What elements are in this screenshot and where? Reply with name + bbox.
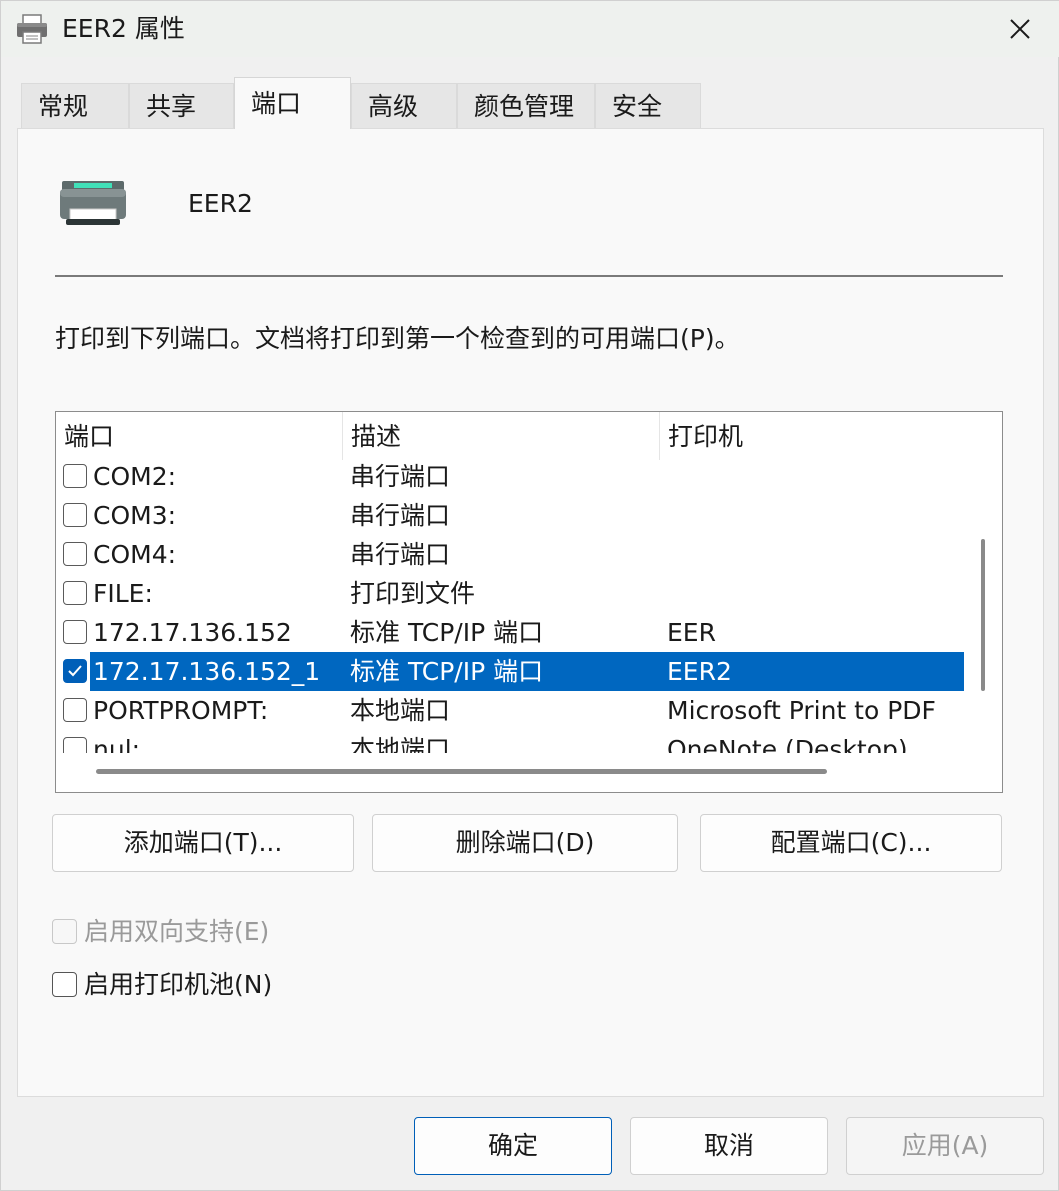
apply-button[interactable]: 应用(A)	[846, 1117, 1044, 1175]
ports-list[interactable]: 端口 描述 打印机 COM2: 串行端口 COM3: 串行端口 COM4: 串行…	[55, 411, 1003, 793]
printer-icon	[15, 13, 49, 45]
port-row[interactable]: COM4: 串行端口	[56, 535, 964, 574]
printer-large-icon	[58, 179, 128, 229]
close-icon	[1010, 19, 1030, 39]
printer-name: EER2	[188, 189, 253, 218]
delete-port-button[interactable]: 删除端口(D)	[372, 814, 678, 872]
tab-sharing[interactable]: 共享	[129, 83, 234, 129]
port-description: 标准 TCP/IP 端口	[350, 657, 544, 686]
printer-properties-dialog: EER2 属性 常规 共享 端口 高级 颜色管理 安全 EER2 打印到下列端口…	[0, 0, 1059, 1191]
tab-advanced[interactable]: 高级	[351, 83, 457, 129]
port-checkbox[interactable]	[63, 620, 87, 644]
port-checkbox[interactable]	[63, 542, 87, 566]
bidirectional-support-label: 启用双向支持(E)	[84, 917, 270, 946]
port-name: COM4:	[93, 540, 177, 569]
port-checkbox[interactable]	[63, 698, 87, 722]
port-name: PORTPROMPT:	[93, 696, 269, 725]
tab-strip: 常规 共享 端口 高级 颜色管理 安全	[21, 77, 701, 129]
port-description: 本地端口	[350, 696, 451, 725]
tab-ports[interactable]: 端口	[234, 77, 351, 129]
bidirectional-support-checkbox[interactable]	[52, 919, 77, 944]
ports-description: 打印到下列端口。文档将打印到第一个检查到的可用端口(P)。	[55, 324, 740, 353]
printer-pooling-checkbox[interactable]	[52, 972, 77, 997]
add-port-button[interactable]: 添加端口(T)...	[52, 814, 354, 872]
cancel-button[interactable]: 取消	[630, 1117, 828, 1175]
port-printer: EER	[667, 618, 716, 647]
port-description: 打印到文件	[350, 579, 476, 608]
tab-general[interactable]: 常规	[21, 83, 129, 129]
column-header-port[interactable]: 端口	[56, 412, 343, 460]
title-bar: EER2 属性	[1, 1, 1059, 57]
port-row[interactable]: COM2: 串行端口	[56, 457, 964, 496]
configure-port-button[interactable]: 配置端口(C)...	[700, 814, 1002, 872]
port-row[interactable]: PORTPROMPT: 本地端口 Microsoft Print to PDF	[56, 691, 964, 730]
port-row[interactable]: FILE: 打印到文件	[56, 574, 964, 613]
printer-pooling-label: 启用打印机池(N)	[84, 970, 273, 999]
port-description: 串行端口	[350, 540, 451, 569]
port-row[interactable]: COM3: 串行端口	[56, 496, 964, 535]
ports-tab-panel: EER2 打印到下列端口。文档将打印到第一个检查到的可用端口(P)。 端口 描述…	[17, 128, 1044, 1097]
divider	[55, 275, 1003, 277]
vertical-scrollbar-thumb[interactable]	[981, 539, 985, 691]
tab-color-management[interactable]: 颜色管理	[457, 83, 595, 129]
column-header-description[interactable]: 描述	[343, 412, 660, 460]
port-description: 标准 TCP/IP 端口	[350, 618, 544, 647]
tab-security[interactable]: 安全	[595, 83, 701, 129]
ok-button[interactable]: 确定	[414, 1117, 612, 1175]
port-checkbox[interactable]	[63, 464, 87, 488]
ports-list-header: 端口 描述 打印机	[56, 412, 964, 460]
port-name: 172.17.136.152_1	[93, 657, 321, 686]
port-checkbox[interactable]	[63, 581, 87, 605]
port-checkbox-checked[interactable]	[63, 659, 87, 683]
port-name: COM3:	[93, 501, 177, 530]
port-printer: EER2	[667, 657, 732, 686]
port-name: FILE:	[93, 579, 153, 608]
window-title: EER2 属性	[62, 14, 185, 43]
port-description: 串行端口	[350, 501, 451, 530]
port-checkbox[interactable]	[63, 503, 87, 527]
port-row-selected[interactable]: 172.17.136.152_1 标准 TCP/IP 端口 EER2	[56, 652, 964, 691]
checkmark-icon	[68, 665, 82, 677]
port-description: 串行端口	[350, 462, 451, 491]
close-button[interactable]	[980, 1, 1059, 57]
port-name: COM2:	[93, 462, 177, 491]
port-row[interactable]: 172.17.136.152 标准 TCP/IP 端口 EER	[56, 613, 964, 652]
horizontal-scrollbar-thumb[interactable]	[96, 769, 827, 774]
port-name: 172.17.136.152	[93, 618, 292, 647]
port-printer: Microsoft Print to PDF	[667, 696, 936, 725]
column-header-printer[interactable]: 打印机	[660, 412, 964, 460]
